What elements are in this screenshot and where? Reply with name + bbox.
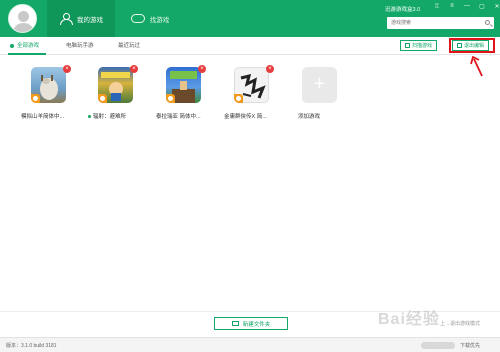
game-name: 泰拉瑞亚 简体中... bbox=[156, 114, 201, 120]
subtab-all-games[interactable]: 全部游戏 bbox=[10, 41, 39, 49]
scan-games-button[interactable]: 扫描游戏 bbox=[400, 40, 438, 51]
avatar[interactable] bbox=[8, 4, 37, 33]
plus-icon[interactable]: + bbox=[302, 67, 337, 103]
shirt-icon[interactable]: ♖ bbox=[432, 3, 442, 10]
subtab-recent[interactable]: 最近玩过 bbox=[118, 41, 140, 49]
window-controls: ♖ ≡ — ▢ ✕ bbox=[432, 3, 500, 10]
search-input[interactable] bbox=[387, 17, 477, 29]
active-tab-indicator bbox=[8, 53, 46, 55]
accelerate-icon bbox=[234, 94, 243, 103]
download-toggle[interactable]: ↑ bbox=[421, 342, 455, 349]
tab-find-games-label: 找游戏 bbox=[149, 16, 170, 24]
watermark: Bai经验 bbox=[378, 311, 440, 328]
game-name: 模拟山羊简体中... bbox=[21, 114, 65, 120]
minimize-icon[interactable]: — bbox=[462, 3, 472, 10]
accelerate-icon bbox=[98, 94, 107, 103]
search-icon[interactable] bbox=[485, 20, 490, 25]
remove-game-icon[interactable]: × bbox=[198, 65, 206, 73]
scan-icon bbox=[405, 43, 410, 48]
new-folder-label: 新建文件夹 bbox=[242, 321, 271, 328]
gamepad-icon bbox=[130, 14, 145, 23]
upload-arrow-icon: ↑ bbox=[433, 342, 436, 348]
scan-games-label: 扫描游戏 bbox=[412, 43, 433, 49]
folder-icon bbox=[231, 321, 239, 326]
remove-game-icon[interactable]: × bbox=[63, 65, 71, 73]
maximize-icon[interactable]: ▢ bbox=[477, 3, 487, 10]
remove-game-icon[interactable]: × bbox=[130, 65, 138, 73]
app-title: 迅游游戏盒3.0 bbox=[385, 7, 421, 13]
game-name: 金庸群侠传X 简... bbox=[224, 114, 267, 120]
new-folder-button[interactable]: 新建文件夹 bbox=[214, 317, 288, 330]
download-priority-label: 下载优先 bbox=[460, 343, 481, 349]
tab-find-games[interactable]: 找游戏 bbox=[120, 0, 180, 37]
annotation-highlight-box bbox=[449, 38, 495, 53]
version-label: 版本：3.1.0 build 3181 bbox=[6, 343, 57, 349]
accelerate-icon bbox=[166, 94, 175, 103]
close-icon[interactable]: ✕ bbox=[492, 3, 500, 10]
annotation-arrow-icon bbox=[470, 55, 483, 77]
tab-my-games[interactable]: 我的游戏 bbox=[47, 0, 115, 37]
game-name: 辐射：避难所 bbox=[88, 112, 152, 120]
subtab-label: 全部游戏 bbox=[17, 43, 40, 49]
remove-game-icon[interactable]: × bbox=[266, 65, 274, 73]
accelerate-icon bbox=[31, 94, 40, 103]
game-name-text: 辐射：避难所 bbox=[93, 114, 127, 120]
subtab-bar: 全部游戏 电脑玩手游 最近玩过 扫描游戏 退出编辑 bbox=[0, 37, 500, 55]
status-bar: 版本：3.1.0 build 3181 ↑ 下载优先 bbox=[0, 337, 500, 352]
status-dot-icon bbox=[88, 115, 91, 119]
search-box bbox=[387, 17, 494, 29]
tab-my-games-label: 我的游戏 bbox=[77, 16, 103, 24]
top-bar: 我的游戏 找游戏 迅游游戏盒3.0 ♖ ≡ — ▢ ✕ bbox=[0, 0, 500, 37]
game-mode-label: 上→退出游戏模式 bbox=[440, 321, 481, 327]
add-game-label: 添加游戏 bbox=[298, 114, 321, 120]
user-icon bbox=[59, 13, 73, 25]
subtab-pc-mobile[interactable]: 电脑玩手游 bbox=[66, 41, 94, 49]
active-dot-icon bbox=[10, 43, 14, 48]
menu-icon[interactable]: ≡ bbox=[447, 3, 457, 10]
